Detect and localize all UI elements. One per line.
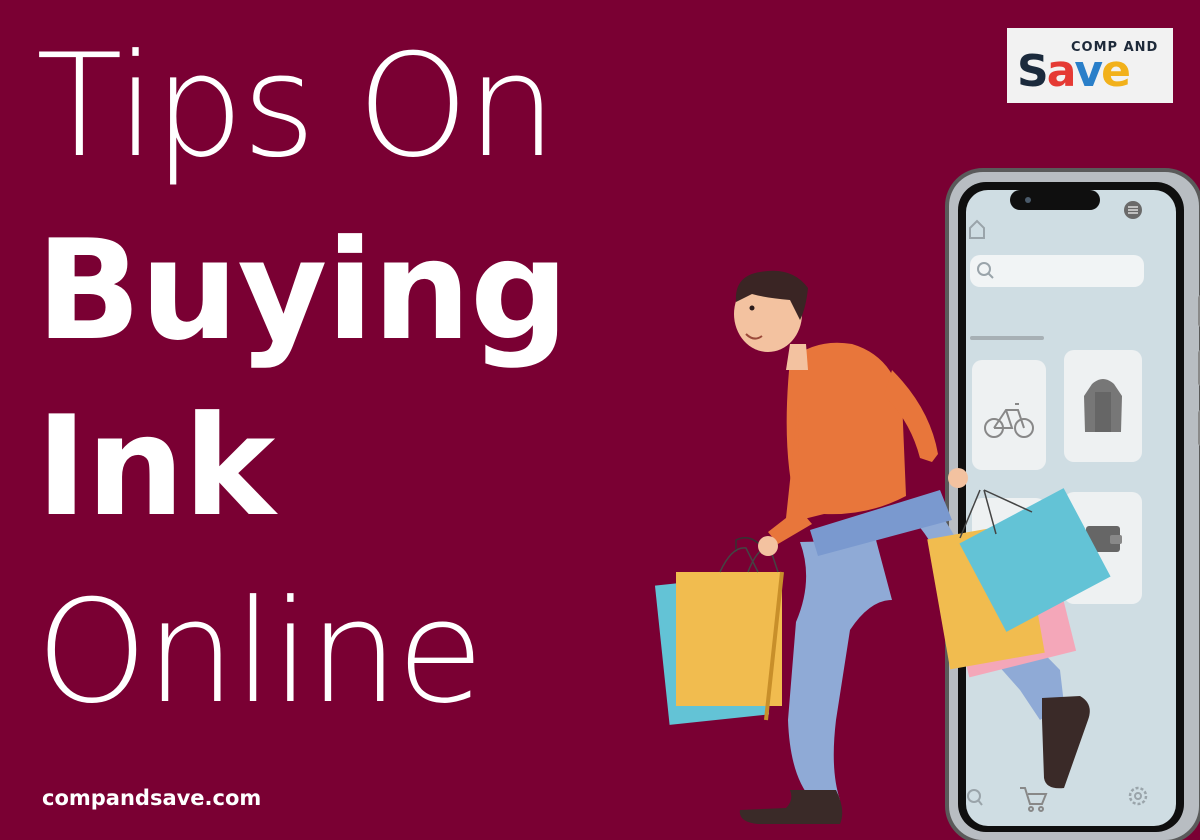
product-card-bicycle <box>972 360 1046 470</box>
shopper-phone-illustration <box>654 168 1200 840</box>
logo-letter-a: a <box>1046 46 1077 97</box>
shopper-head <box>734 270 808 370</box>
logo-letter-s: S <box>1017 46 1049 97</box>
shopping-bags-left <box>654 537 784 725</box>
phone-search-bar <box>970 255 1144 287</box>
logo-letter-e: e <box>1101 46 1131 97</box>
logo-letter-v: v <box>1074 46 1103 97</box>
headline-line-1: Tips On <box>36 24 557 189</box>
menu-icon <box>1124 201 1142 219</box>
headline-line-2: Buying <box>36 210 569 371</box>
compandsave-logo[interactable]: COMP AND Save <box>1007 28 1173 103</box>
logo-wordmark: Save <box>1017 50 1131 94</box>
headline-line-4: Online <box>36 570 484 735</box>
headline-line-3: Ink <box>36 386 275 547</box>
website-url[interactable]: compandsave.com <box>42 786 261 810</box>
